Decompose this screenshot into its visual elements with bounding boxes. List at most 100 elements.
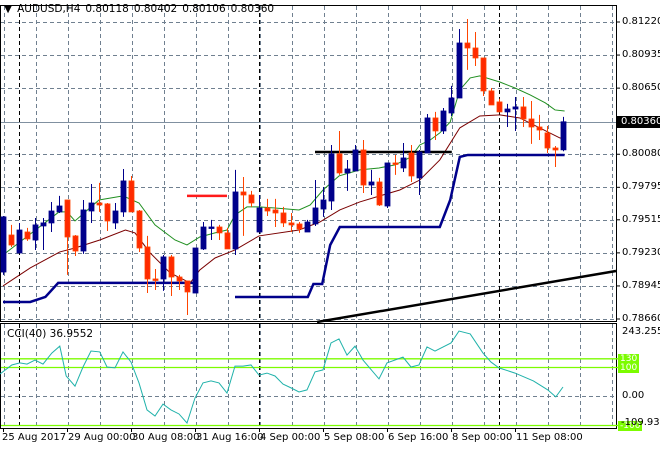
candle-body xyxy=(88,202,95,212)
candle xyxy=(384,162,391,208)
candle-body xyxy=(248,194,255,204)
candle-body xyxy=(256,207,263,233)
candle-body xyxy=(312,207,319,225)
candle-body xyxy=(400,157,407,169)
candle xyxy=(136,209,143,252)
open-value: 0.80118 xyxy=(85,3,129,15)
close-value: 0.80360 xyxy=(230,3,275,15)
time-label: 4 Sep 00:00 xyxy=(260,432,321,443)
price-label: 0.79230 xyxy=(622,246,660,258)
cci-level-100: 100 xyxy=(618,363,640,373)
time-label: 11 Sep 08:00 xyxy=(516,432,583,443)
candle xyxy=(376,177,383,207)
candle-body xyxy=(176,276,183,282)
price-label: 0.79795 xyxy=(622,181,660,193)
candle-body xyxy=(536,126,543,131)
symbol-label: AUDUSD,H4 xyxy=(17,3,81,15)
candle-body xyxy=(272,209,279,214)
candle-body xyxy=(464,42,471,49)
candle-body xyxy=(144,246,151,280)
candle xyxy=(560,116,567,152)
candle-body xyxy=(376,181,383,206)
low-value: 0.80106 xyxy=(182,3,226,15)
candle-body xyxy=(336,153,343,174)
candle-body xyxy=(192,247,199,294)
candle-body xyxy=(200,226,207,250)
candle-body xyxy=(304,221,311,233)
candle-body xyxy=(384,162,391,207)
candle-body xyxy=(560,121,567,151)
candle-body xyxy=(32,224,39,241)
time-label: 6 Sep 16:00 xyxy=(388,432,449,443)
time-label: 30 Aug 08:00 xyxy=(132,432,200,443)
candle-body xyxy=(456,42,463,99)
high-value: 0.80402 xyxy=(133,3,178,15)
candle-body xyxy=(224,232,231,250)
candle-body xyxy=(264,207,271,212)
candle xyxy=(304,219,311,233)
candle-body xyxy=(184,280,191,293)
price-label: 0.80080 xyxy=(622,148,660,160)
main-panel xyxy=(0,5,617,322)
cci-min-label: -109.9362 xyxy=(621,417,660,428)
candle-body xyxy=(424,117,431,154)
candle-body xyxy=(240,191,247,196)
candle xyxy=(424,114,431,154)
price-chart[interactable] xyxy=(0,0,660,450)
candle xyxy=(328,144,335,210)
candle-body xyxy=(80,209,87,252)
time-label: 25 Aug 2017 xyxy=(2,432,67,443)
candle-body xyxy=(0,216,7,273)
candle-body xyxy=(24,231,31,240)
candle-body xyxy=(280,212,287,224)
time-label: 5 Sep 08:00 xyxy=(324,432,385,443)
candle-body xyxy=(136,210,143,249)
candle-body xyxy=(40,222,47,227)
candle xyxy=(488,88,495,106)
candle-body xyxy=(328,153,335,202)
candle-body xyxy=(216,226,223,234)
candle-body xyxy=(352,149,359,172)
candle xyxy=(480,57,487,97)
candle-body xyxy=(488,90,495,106)
triangle-down-icon[interactable]: ▼ xyxy=(4,3,12,15)
candle-body xyxy=(320,199,327,210)
candle-body xyxy=(104,203,111,222)
candle-body xyxy=(544,132,551,149)
time-label: 29 Aug 00:00 xyxy=(68,432,136,443)
candle-body xyxy=(168,256,175,278)
candle-body xyxy=(128,180,135,213)
candle-body xyxy=(448,97,455,114)
candle-body xyxy=(512,106,519,110)
candle-body xyxy=(480,57,487,92)
candle-body xyxy=(432,117,439,132)
candle xyxy=(0,215,7,275)
candle-body xyxy=(416,151,423,179)
candle-body xyxy=(528,118,535,128)
candle-body xyxy=(392,162,399,165)
cci-zero-label: 0.00 xyxy=(622,390,645,401)
candle-body xyxy=(368,181,375,186)
candle-body xyxy=(408,152,415,177)
candle-body xyxy=(552,147,559,151)
candle-body xyxy=(120,180,127,213)
candle-body xyxy=(520,106,527,120)
candle-body xyxy=(288,222,295,226)
time-label: 8 Sep 00:00 xyxy=(452,432,513,443)
candle-body xyxy=(56,205,63,213)
cci-max-label: 243.255 xyxy=(622,326,660,337)
candle-body xyxy=(440,110,447,132)
candle-body xyxy=(160,256,167,280)
candle-body xyxy=(64,199,71,238)
candle-body xyxy=(16,229,23,254)
price-label: 0.81220 xyxy=(622,16,660,27)
candle-body xyxy=(360,149,367,186)
price-label: 0.80935 xyxy=(622,49,660,61)
candle-body xyxy=(96,202,103,206)
candle xyxy=(192,247,199,294)
chart-header: ▼ AUDUSD,H4 0.80118 0.80402 0.80106 0.80360 xyxy=(4,3,279,15)
candle-body xyxy=(152,278,159,281)
candle-body xyxy=(232,191,239,250)
price-label: 0.79515 xyxy=(622,213,660,225)
candle-body xyxy=(112,210,119,224)
